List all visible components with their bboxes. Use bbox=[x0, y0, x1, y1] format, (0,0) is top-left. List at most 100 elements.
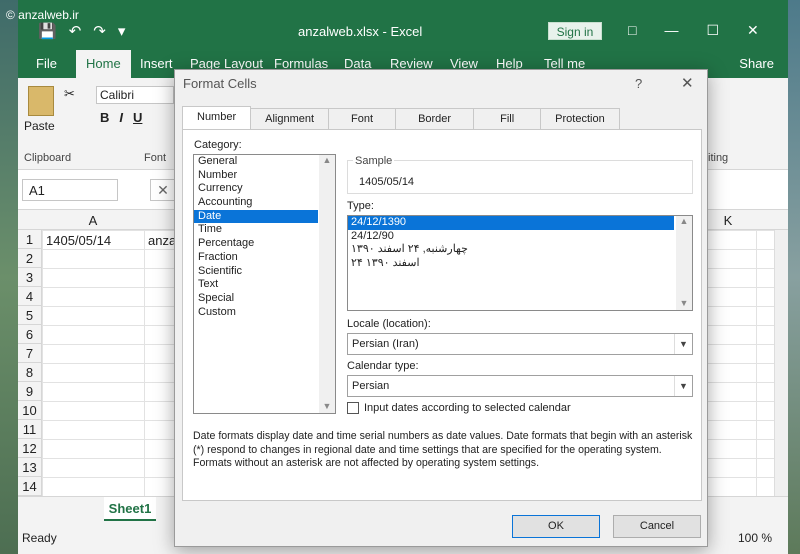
desktop-background-right bbox=[788, 0, 800, 554]
type-list[interactable]: 24/12/1390 24/12/90 چهارشنبه, ۲۴ اسفند ۱… bbox=[347, 215, 693, 311]
list-item[interactable]: Number bbox=[194, 169, 318, 183]
paste-icon bbox=[28, 86, 54, 116]
customize-qat-icon[interactable]: ▾ bbox=[118, 22, 126, 40]
list-item[interactable]: 24/12/90 bbox=[348, 230, 674, 244]
underline-button[interactable]: U bbox=[133, 110, 142, 125]
watermark: © anzalweb.ir bbox=[6, 8, 79, 22]
tab-alignment[interactable]: Alignment bbox=[250, 108, 330, 130]
redo-icon[interactable]: ↷ bbox=[93, 22, 106, 40]
tab-insert[interactable]: Insert bbox=[140, 56, 173, 71]
description-text: Date formats display date and time seria… bbox=[193, 430, 693, 469]
row-header[interactable]: 10 bbox=[18, 401, 42, 420]
cut-icon[interactable]: ✂ bbox=[64, 86, 75, 102]
row-header[interactable]: 1 bbox=[18, 230, 42, 249]
list-item[interactable]: Time bbox=[194, 223, 318, 237]
list-item[interactable]: Currency bbox=[194, 182, 318, 196]
paste-label: Paste bbox=[24, 119, 55, 133]
paste-button[interactable]: Paste bbox=[24, 86, 58, 133]
scroll-down-icon[interactable]: ▼ bbox=[676, 298, 692, 308]
dialog-tabs: Number Alignment Font Border Fill Protec… bbox=[182, 106, 620, 130]
title-bar: © anzalweb.ir 💾 ↶ ↷ ▾ anzalweb.xlsx - Ex… bbox=[6, 0, 788, 48]
minimize-icon[interactable]: — bbox=[664, 22, 678, 39]
tab-border[interactable]: Border bbox=[395, 108, 475, 130]
type-scrollbar[interactable]: ▲ ▼ bbox=[676, 216, 692, 310]
number-tab-panel: Category: General Number Currency Accoun… bbox=[182, 129, 702, 501]
row-header[interactable]: 14 bbox=[18, 477, 42, 496]
locale-value: Persian (Iran) bbox=[352, 338, 419, 350]
tab-file[interactable]: File bbox=[36, 56, 57, 71]
chevron-down-icon[interactable]: ▼ bbox=[674, 376, 692, 396]
close-icon[interactable]: ✕ bbox=[747, 22, 759, 39]
share-button[interactable]: Share bbox=[739, 56, 774, 71]
zoom-level[interactable]: 100 % bbox=[738, 531, 772, 545]
font-format-buttons: B I U bbox=[100, 110, 142, 125]
row-headers: 1 2 3 4 5 6 7 8 9 10 11 12 13 14 bbox=[18, 230, 42, 496]
sample-value: 1405/05/14 bbox=[359, 176, 415, 188]
bold-button[interactable]: B bbox=[100, 110, 109, 125]
category-list[interactable]: General Number Currency Accounting Date … bbox=[193, 154, 336, 414]
list-item-selected[interactable]: 24/12/1390 bbox=[348, 216, 674, 230]
locale-select[interactable]: Persian (Iran) ▼ bbox=[347, 333, 693, 355]
row-header[interactable]: 7 bbox=[18, 344, 42, 363]
chevron-down-icon[interactable]: ▼ bbox=[674, 334, 692, 354]
editing-group-label: iting bbox=[708, 152, 729, 164]
maximize-icon[interactable]: ☐ bbox=[706, 22, 719, 39]
list-item-selected[interactable]: Date bbox=[194, 209, 318, 224]
type-label: Type: bbox=[347, 200, 374, 212]
list-item[interactable]: General bbox=[194, 155, 318, 169]
sign-in-button[interactable]: Sign in bbox=[548, 22, 602, 40]
cancel-formula-icon[interactable]: ✕ bbox=[150, 179, 176, 201]
dialog-close-icon[interactable]: ✕ bbox=[681, 74, 694, 92]
sheet-tab[interactable]: Sheet1 bbox=[104, 497, 156, 521]
ok-button[interactable]: OK bbox=[512, 515, 600, 538]
scroll-up-icon[interactable]: ▲ bbox=[676, 216, 692, 226]
category-scrollbar[interactable]: ▲ ▼ bbox=[319, 155, 335, 413]
tab-home[interactable]: Home bbox=[76, 50, 131, 78]
calendar-select[interactable]: Persian ▼ bbox=[347, 375, 693, 397]
row-header[interactable]: 12 bbox=[18, 439, 42, 458]
row-header[interactable]: 6 bbox=[18, 325, 42, 344]
vertical-scrollbar[interactable] bbox=[774, 230, 788, 496]
italic-button[interactable]: I bbox=[119, 110, 123, 125]
list-item[interactable]: ۲۴ اسفند ۱۳۹۰ bbox=[348, 257, 674, 271]
cell-a1[interactable]: 1405/05/14 bbox=[46, 233, 111, 248]
font-name-box[interactable]: Calibri bbox=[96, 86, 174, 104]
row-header[interactable]: 13 bbox=[18, 458, 42, 477]
row-header[interactable]: 3 bbox=[18, 268, 42, 287]
cell-b1[interactable]: anza bbox=[148, 233, 176, 248]
row-header[interactable]: 4 bbox=[18, 287, 42, 306]
name-box[interactable]: A1 bbox=[22, 179, 118, 201]
list-item[interactable]: Scientific bbox=[194, 265, 318, 279]
list-item[interactable]: Accounting bbox=[194, 196, 318, 210]
list-item[interactable]: Custom bbox=[194, 306, 318, 320]
help-button[interactable]: ? bbox=[635, 76, 642, 91]
sample-label: Sample bbox=[353, 155, 395, 167]
row-header[interactable]: 2 bbox=[18, 249, 42, 268]
row-header[interactable]: 5 bbox=[18, 306, 42, 325]
scroll-down-icon[interactable]: ▼ bbox=[319, 401, 335, 411]
ribbon-display-icon[interactable]: □ bbox=[628, 22, 636, 39]
column-a-header[interactable]: A bbox=[42, 213, 144, 228]
input-dates-checkbox-label[interactable]: Input dates according to selected calend… bbox=[364, 402, 571, 414]
input-dates-checkbox[interactable] bbox=[347, 402, 359, 414]
locale-label: Locale (location): bbox=[347, 318, 431, 330]
tab-font[interactable]: Font bbox=[328, 108, 397, 130]
list-item[interactable]: Fraction bbox=[194, 251, 318, 265]
undo-icon[interactable]: ↶ bbox=[69, 22, 82, 40]
save-icon[interactable]: 💾 bbox=[38, 22, 57, 40]
list-item[interactable]: Special bbox=[194, 292, 318, 306]
list-item[interactable]: Percentage bbox=[194, 237, 318, 251]
window-title: anzalweb.xlsx - Excel bbox=[298, 24, 423, 39]
quick-access-toolbar: 💾 ↶ ↷ ▾ bbox=[38, 22, 125, 40]
row-header[interactable]: 8 bbox=[18, 363, 42, 382]
tab-fill[interactable]: Fill bbox=[473, 108, 542, 130]
tab-protection[interactable]: Protection bbox=[540, 108, 620, 130]
list-item[interactable]: Text bbox=[194, 278, 318, 292]
scroll-up-icon[interactable]: ▲ bbox=[319, 155, 335, 165]
cancel-button[interactable]: Cancel bbox=[613, 515, 701, 538]
row-header[interactable]: 11 bbox=[18, 420, 42, 439]
dialog-title: Format Cells bbox=[183, 76, 257, 91]
row-header[interactable]: 9 bbox=[18, 382, 42, 401]
list-item[interactable]: چهارشنبه, ۲۴ اسفند ۱۳۹۰ bbox=[348, 243, 674, 257]
tab-number[interactable]: Number bbox=[182, 106, 252, 130]
